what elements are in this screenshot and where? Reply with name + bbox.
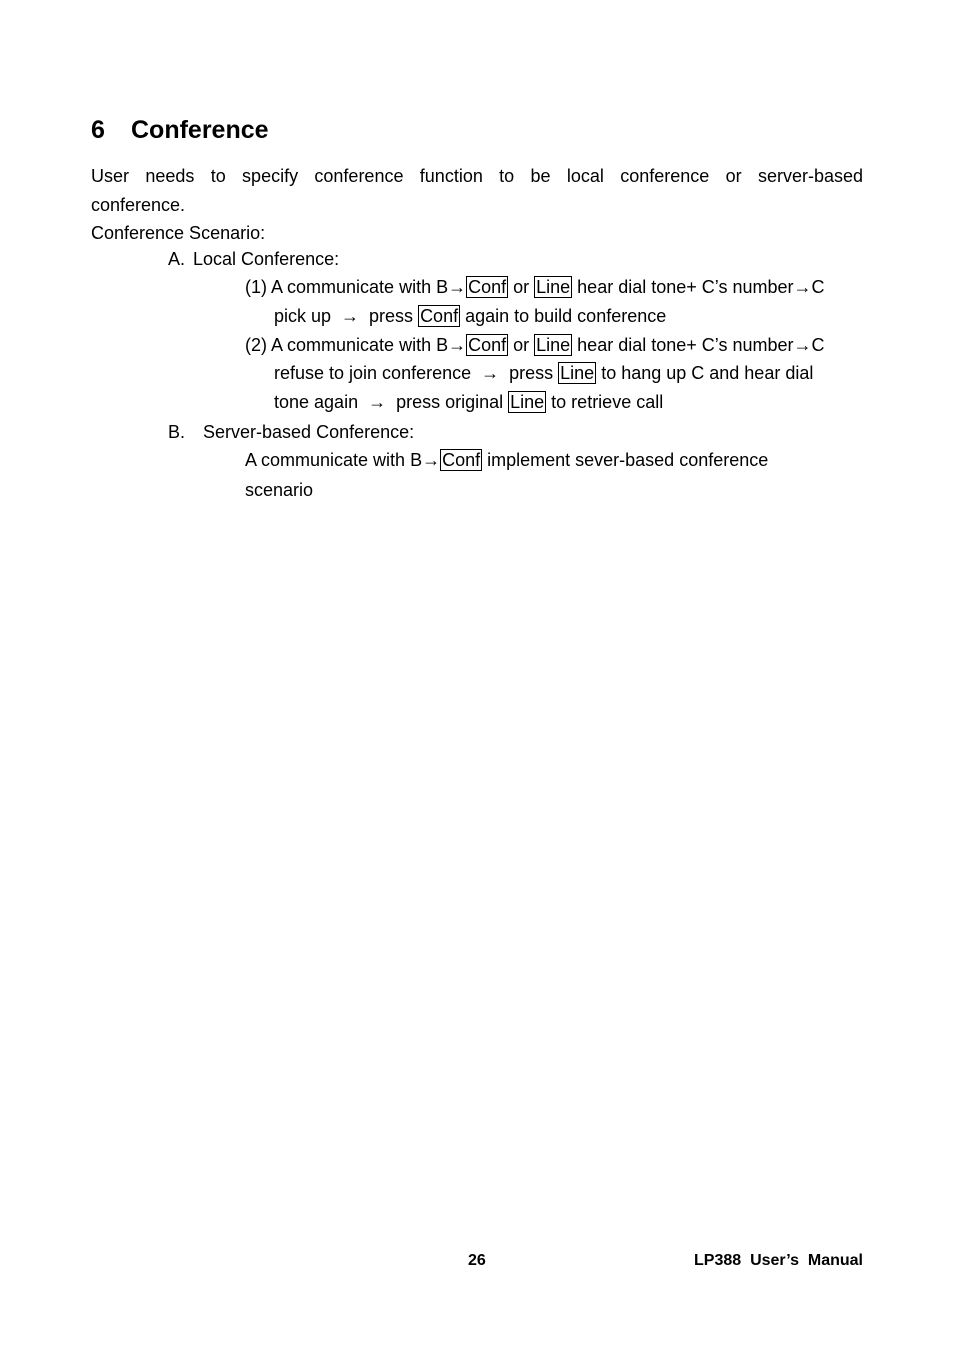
local-step1-line2: pick up → press Conf again to build conf… — [274, 305, 666, 327]
step-text: implement sever-based conference — [482, 450, 769, 470]
line-key: Line — [534, 334, 573, 356]
step-text: or — [508, 277, 535, 297]
step-text: or — [508, 335, 535, 355]
server-line2: scenario — [245, 480, 314, 500]
list-marker: B. — [168, 422, 186, 442]
intro-paragraph-line2: conference. — [91, 195, 186, 215]
step-text: again to build conference — [460, 306, 667, 326]
step-text: pick up → press — [274, 306, 419, 326]
section-heading: 6 Conference — [91, 115, 269, 145]
line-key: Line — [558, 362, 597, 384]
section-title: Conference — [131, 116, 269, 144]
local-step1-line1: (1) A communicate with B→ Conf or Line he… — [245, 276, 824, 298]
step-text: hear dial tone+ C’s number→C — [572, 277, 825, 297]
line-key: Line — [508, 391, 547, 413]
step-number: (1) — [245, 277, 267, 297]
step-text: refuse to join conference → press — [274, 363, 559, 383]
step-number: (2) — [245, 335, 267, 355]
conf-key: Conf — [418, 305, 461, 327]
local-step2-line1: (2) A communicate with B→ Conf or Line he… — [245, 334, 824, 356]
section-number: 6 — [91, 116, 105, 144]
conf-key: Conf — [466, 334, 509, 356]
step-text: hear dial tone+ C’s number→C — [572, 335, 825, 355]
server-line1: A communicate with B→ Conf implement seve… — [245, 449, 768, 471]
step-text: A communicate with B→ — [245, 450, 441, 470]
manual-title: LP388 User’s Manual — [694, 1252, 863, 1269]
step-text: A communicate with B→ — [271, 277, 467, 297]
conf-key: Conf — [440, 449, 483, 471]
server-conference-heading: B. Server-based Conference: — [168, 421, 414, 443]
local-step2-line3: tone again → press original Line to retr… — [274, 391, 663, 413]
document-page: 6 Conference User needs to specify confer… — [0, 0, 954, 1350]
local-step2-line2: refuse to join conference → press Line t… — [274, 362, 813, 384]
local-conference-title: Local Conference: — [193, 249, 340, 269]
intro-paragraph-line1: User needs to specify conference functio… — [91, 166, 863, 186]
step-text: to hang up C and hear dial — [596, 363, 814, 383]
list-marker: A. — [168, 249, 186, 269]
local-conference-heading: A. Local Conference: — [168, 248, 339, 270]
step-text: to retrieve call — [546, 392, 664, 412]
line-key: Line — [534, 276, 573, 298]
step-text: A communicate with B→ — [271, 335, 467, 355]
scenario-label: Conference Scenario: — [91, 223, 266, 243]
conf-key: Conf — [466, 276, 509, 298]
server-conference-title: Server-based Conference: — [203, 422, 415, 442]
step-text: tone again → press original — [274, 392, 509, 412]
page-number: 26 — [468, 1252, 486, 1269]
